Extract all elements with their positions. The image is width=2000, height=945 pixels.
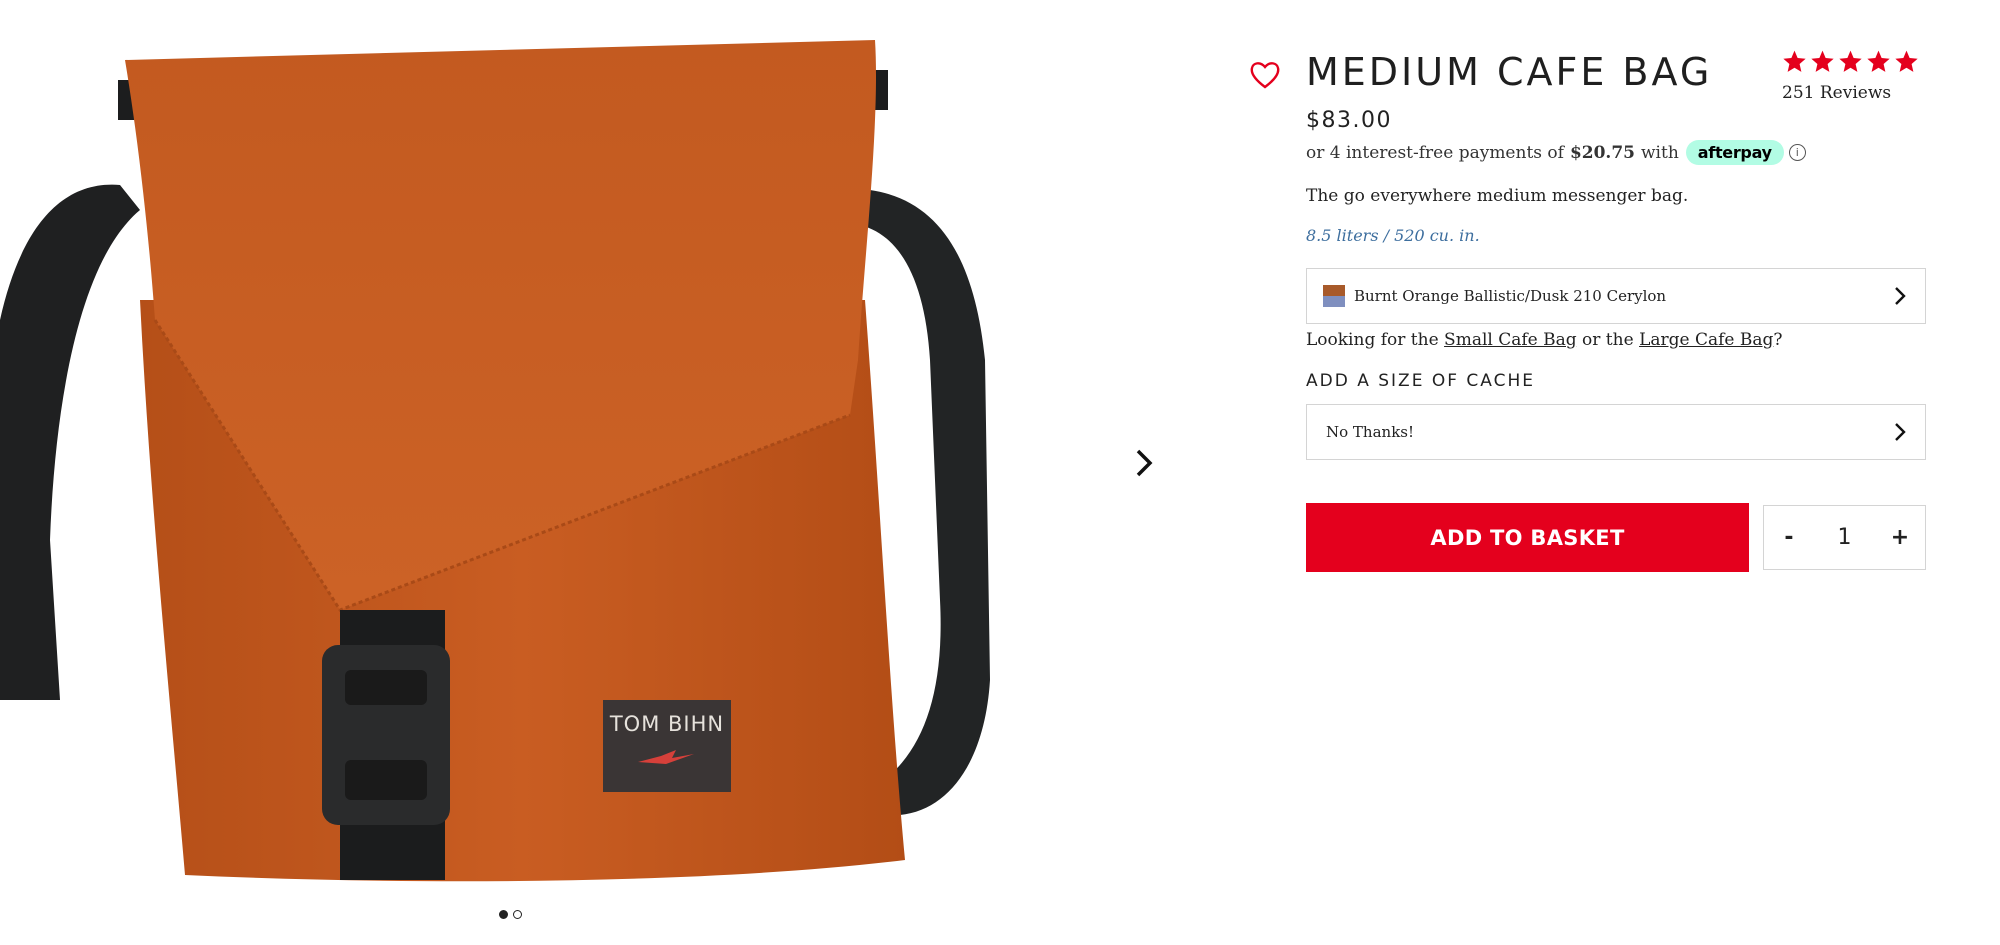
afterpay-logo[interactable]: afterpay	[1685, 140, 1784, 165]
chevron-right-icon	[1895, 287, 1906, 305]
chevron-right-icon	[1136, 449, 1153, 477]
small-cafe-bag-link[interactable]: Small Cafe Bag	[1444, 330, 1577, 350]
afterpay-message: or 4 interest-free payments of $20.75 wi…	[1306, 140, 1806, 165]
afterpay-suffix: with	[1641, 142, 1679, 163]
afterpay-prefix: or 4 interest-free payments of	[1306, 142, 1564, 163]
star-icon	[1811, 50, 1834, 72]
cache-select-value: No Thanks!	[1326, 423, 1415, 441]
rating-stars[interactable]	[1782, 49, 1919, 74]
chevron-right-icon	[1895, 423, 1906, 441]
product-image	[0, 40, 990, 882]
product-capacity: 8.5 liters / 520 cu. in.	[1306, 226, 1480, 245]
cache-heading: ADD A SIZE OF CACHE	[1306, 371, 1536, 391]
star-icon	[1867, 50, 1890, 72]
quantity-increase-button[interactable]: +	[1875, 506, 1925, 569]
looking-middle: or the	[1582, 330, 1634, 350]
reviews-link[interactable]: 251 Reviews	[1782, 83, 1891, 103]
wishlist-button[interactable]	[1249, 60, 1281, 90]
large-cafe-bag-link[interactable]: Large Cafe Bag	[1639, 330, 1773, 350]
afterpay-amount: $20.75	[1569, 142, 1635, 163]
add-to-basket-button[interactable]: ADD TO BASKET	[1306, 503, 1749, 572]
gallery-next-button[interactable]	[1124, 440, 1164, 486]
gallery-dot-2[interactable]	[513, 910, 522, 919]
star-icon	[1895, 50, 1918, 72]
product-title: MEDIUM CAFE BAG	[1306, 50, 1713, 94]
star-icon	[1839, 50, 1862, 72]
cache-select[interactable]: No Thanks!	[1306, 404, 1926, 460]
color-swatch	[1323, 285, 1345, 307]
gallery-dot-1[interactable]	[499, 910, 508, 919]
star-icon	[1783, 50, 1806, 72]
quantity-input[interactable]	[1822, 524, 1867, 551]
looking-prefix: Looking for the	[1306, 330, 1439, 350]
brand-logo-icon	[636, 748, 696, 768]
product-price: $83.00	[1306, 108, 1392, 133]
color-select-value: Burnt Orange Ballistic/Dusk 210 Cerylon	[1354, 287, 1667, 305]
looking-suffix: ?	[1773, 330, 1783, 350]
brand-patch-label: TOM BIHN	[609, 712, 725, 736]
gallery-pagination	[499, 910, 522, 919]
quantity-stepper: - +	[1763, 505, 1926, 570]
product-gallery: TOM BIHN	[0, 0, 1180, 945]
related-products-text: Looking for the Small Cafe Bag or the La…	[1306, 330, 1783, 350]
quantity-decrease-button[interactable]: -	[1764, 506, 1814, 569]
info-icon[interactable]: i	[1788, 144, 1806, 161]
product-description: The go everywhere medium messenger bag.	[1306, 186, 1689, 206]
color-select[interactable]: Burnt Orange Ballistic/Dusk 210 Cerylon	[1306, 268, 1926, 324]
heart-icon	[1250, 62, 1280, 89]
